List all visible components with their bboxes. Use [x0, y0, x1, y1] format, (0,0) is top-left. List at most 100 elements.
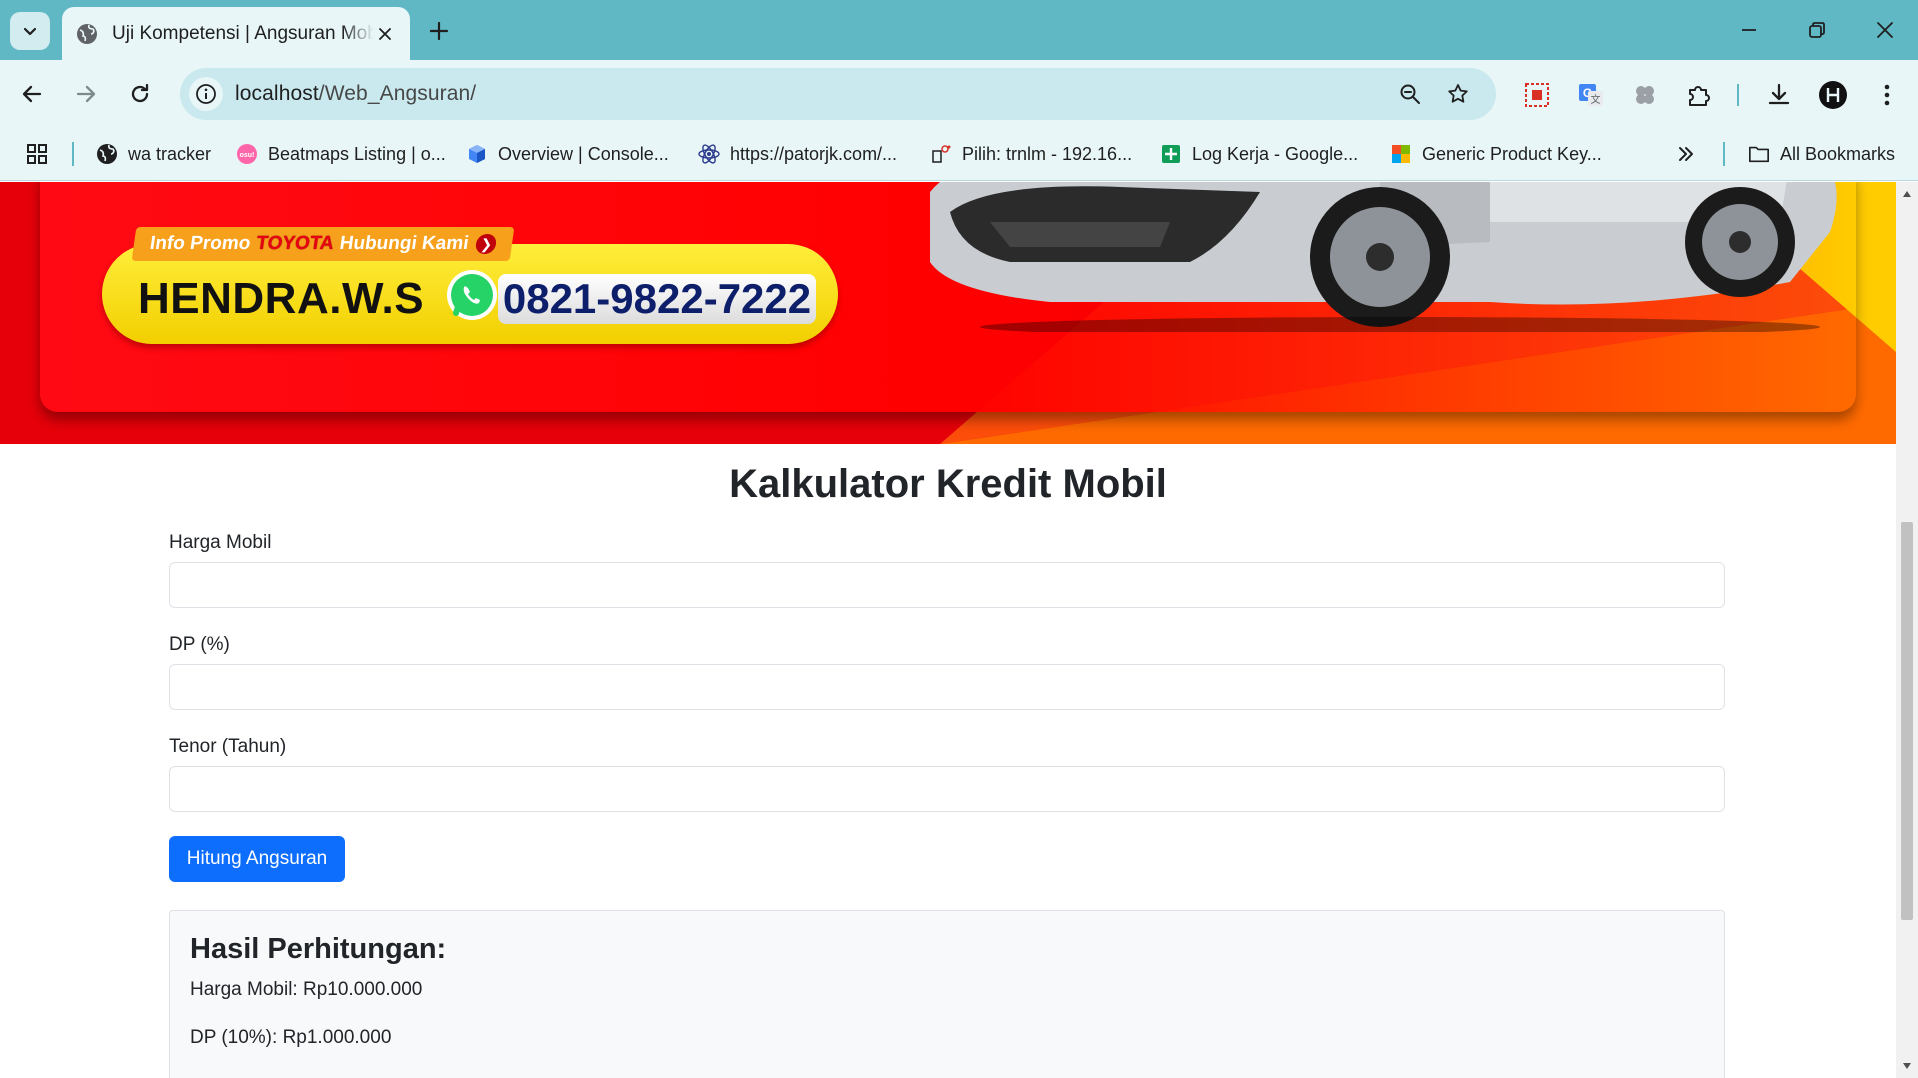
promo-tag: Info Promo TOYOTA Hubungi Kami ❯: [131, 227, 515, 261]
bookmark-label: Generic Product Key...: [1422, 143, 1602, 164]
apps-button[interactable]: [26, 141, 48, 167]
promo-phone: 0821-9822-7222: [498, 274, 816, 324]
bookmark-beatmaps[interactable]: osu! Beatmaps Listing | o...: [236, 141, 446, 167]
toolbar-divider: [1737, 84, 1739, 106]
sheets-icon: [1162, 145, 1180, 163]
scroll-thumb[interactable]: [1901, 522, 1913, 920]
tenor-label: Tenor (Tahun): [169, 736, 287, 757]
bookmark-log-kerja[interactable]: Log Kerja - Google...: [1160, 141, 1358, 167]
triangle-up-icon: [1903, 191, 1911, 197]
browser-menu-button[interactable]: [1870, 78, 1904, 112]
avatar: [1819, 81, 1847, 109]
arrow-right-icon: [76, 85, 96, 103]
svg-text:osu!: osu!: [240, 152, 255, 159]
double-chevron-right-icon: [1679, 147, 1693, 161]
page-viewport: Info Promo TOYOTA Hubungi Kami ❯ HENDRA.…: [0, 182, 1896, 1078]
bookmarks-divider: [72, 142, 74, 166]
scroll-up-button[interactable]: [1901, 188, 1913, 200]
plus-icon: [429, 21, 449, 41]
page-title: Kalkulator Kredit Mobil: [729, 462, 1167, 506]
profile-button[interactable]: [1816, 78, 1850, 112]
reload-icon: [131, 83, 149, 103]
promo-prefix: Info Promo: [148, 233, 252, 254]
close-window-button[interactable]: [1862, 12, 1908, 48]
promo-name: HENDRA.W.S: [138, 274, 425, 323]
promo-brand: TOYOTA: [254, 233, 336, 254]
globe-icon: [97, 144, 117, 164]
bookmarks-divider: [1723, 142, 1725, 166]
zoom-button[interactable]: [1394, 78, 1426, 110]
tenor-input[interactable]: [169, 766, 1725, 812]
globe-icon: [77, 23, 97, 44]
promo-banner: Info Promo TOYOTA Hubungi Kami ❯ HENDRA.…: [0, 182, 1896, 444]
site-info-button[interactable]: [189, 77, 223, 111]
url-host: localhost: [235, 82, 319, 105]
puzzle-icon: [1689, 86, 1710, 106]
page-scrollbar[interactable]: [1896, 182, 1918, 1078]
dp-label: DP (%): [169, 634, 230, 655]
result-dp: DP (10%): Rp1.000.000: [190, 1027, 392, 1048]
bookmark-generic-product-key[interactable]: Generic Product Key...: [1390, 141, 1602, 167]
downloads-button[interactable]: [1762, 78, 1796, 112]
new-tab-button[interactable]: [424, 16, 454, 46]
extension-puzzle-app-button[interactable]: [1628, 78, 1662, 112]
address-bar[interactable]: localhost/Web_Angsuran/: [180, 68, 1496, 120]
restore-button[interactable]: [1794, 12, 1840, 48]
whatsapp-icon: [447, 270, 497, 320]
extensions-button[interactable]: [1682, 78, 1716, 112]
all-bookmarks-button[interactable]: All Bookmarks: [1748, 141, 1895, 167]
bookmark-patorjk[interactable]: https://patorjk.com/...: [698, 141, 897, 167]
bookmark-label: https://patorjk.com/...: [730, 143, 898, 164]
office-icon: [1392, 145, 1410, 163]
forward-button[interactable]: [68, 76, 104, 112]
svg-text:文: 文: [1591, 93, 1601, 106]
bookmark-phpmyadmin[interactable]: Pilih: trnlm - 192.16...: [930, 141, 1132, 167]
restore-icon: [1809, 22, 1825, 38]
extension-app-icon: [1636, 86, 1654, 104]
minimize-button[interactable]: [1726, 12, 1772, 48]
translate-icon: G文: [1579, 84, 1603, 106]
star-icon: [1448, 84, 1468, 103]
bookmark-label: Log Kerja - Google...: [1192, 143, 1359, 164]
extension-translate-button[interactable]: G文: [1574, 78, 1608, 112]
cube-icon: [469, 145, 485, 163]
arrow-left-icon: [22, 85, 42, 103]
bookmark-label: Overview | Console...: [498, 143, 669, 164]
dp-input[interactable]: [169, 664, 1725, 710]
minimize-icon: [1742, 29, 1756, 31]
scroll-down-button[interactable]: [1901, 1060, 1913, 1072]
more-vert-icon: [1884, 84, 1890, 106]
bookmark-star-button[interactable]: [1442, 78, 1474, 110]
close-icon: [379, 27, 391, 40]
reload-button[interactable]: [122, 76, 158, 112]
all-bookmarks-label: All Bookmarks: [1780, 143, 1896, 164]
more-bookmarks-button[interactable]: [1676, 141, 1696, 167]
osu-icon: osu!: [237, 144, 257, 164]
active-tab[interactable]: Uji Kompetensi | Angsuran Mobil: [62, 7, 410, 60]
close-icon: [1877, 22, 1893, 38]
tab-close-button[interactable]: [374, 23, 396, 45]
url-text: localhost/Web_Angsuran/: [235, 82, 476, 106]
back-button[interactable]: [14, 76, 50, 112]
apps-grid-icon: [27, 144, 47, 164]
harga-input[interactable]: [169, 562, 1725, 608]
result-panel: Hasil Perhitungan: Harga Mobil: Rp10.000…: [169, 910, 1725, 1078]
bookmark-wa-tracker[interactable]: wa tracker: [96, 141, 211, 167]
screen-capture-icon: [1525, 83, 1549, 107]
bookmarks-bar: wa tracker osu! Beatmaps Listing | o... …: [0, 128, 1918, 181]
tab-search-button[interactable]: [10, 12, 50, 50]
hitung-angsuran-button[interactable]: Hitung Angsuran: [169, 836, 345, 882]
triangle-down-icon: [1903, 1063, 1911, 1069]
result-harga: Harga Mobil: Rp10.000.000: [190, 979, 423, 1000]
extension-screen-capture-button[interactable]: [1520, 78, 1554, 112]
bookmark-overview-console[interactable]: Overview | Console...: [466, 141, 669, 167]
tab-title: Uji Kompetensi | Angsuran Mobil: [112, 22, 374, 44]
info-icon: [196, 84, 216, 104]
bookmark-label: Beatmaps Listing | o...: [268, 143, 446, 164]
chevron-right-icon: ❯: [475, 234, 498, 254]
download-icon: [1768, 83, 1790, 105]
bookmark-label: wa tracker: [128, 143, 212, 164]
browser-toolbar: localhost/Web_Angsuran/ G文: [0, 60, 1918, 128]
result-title: Hasil Perhitungan:: [190, 933, 447, 965]
car-image: [930, 182, 1837, 332]
